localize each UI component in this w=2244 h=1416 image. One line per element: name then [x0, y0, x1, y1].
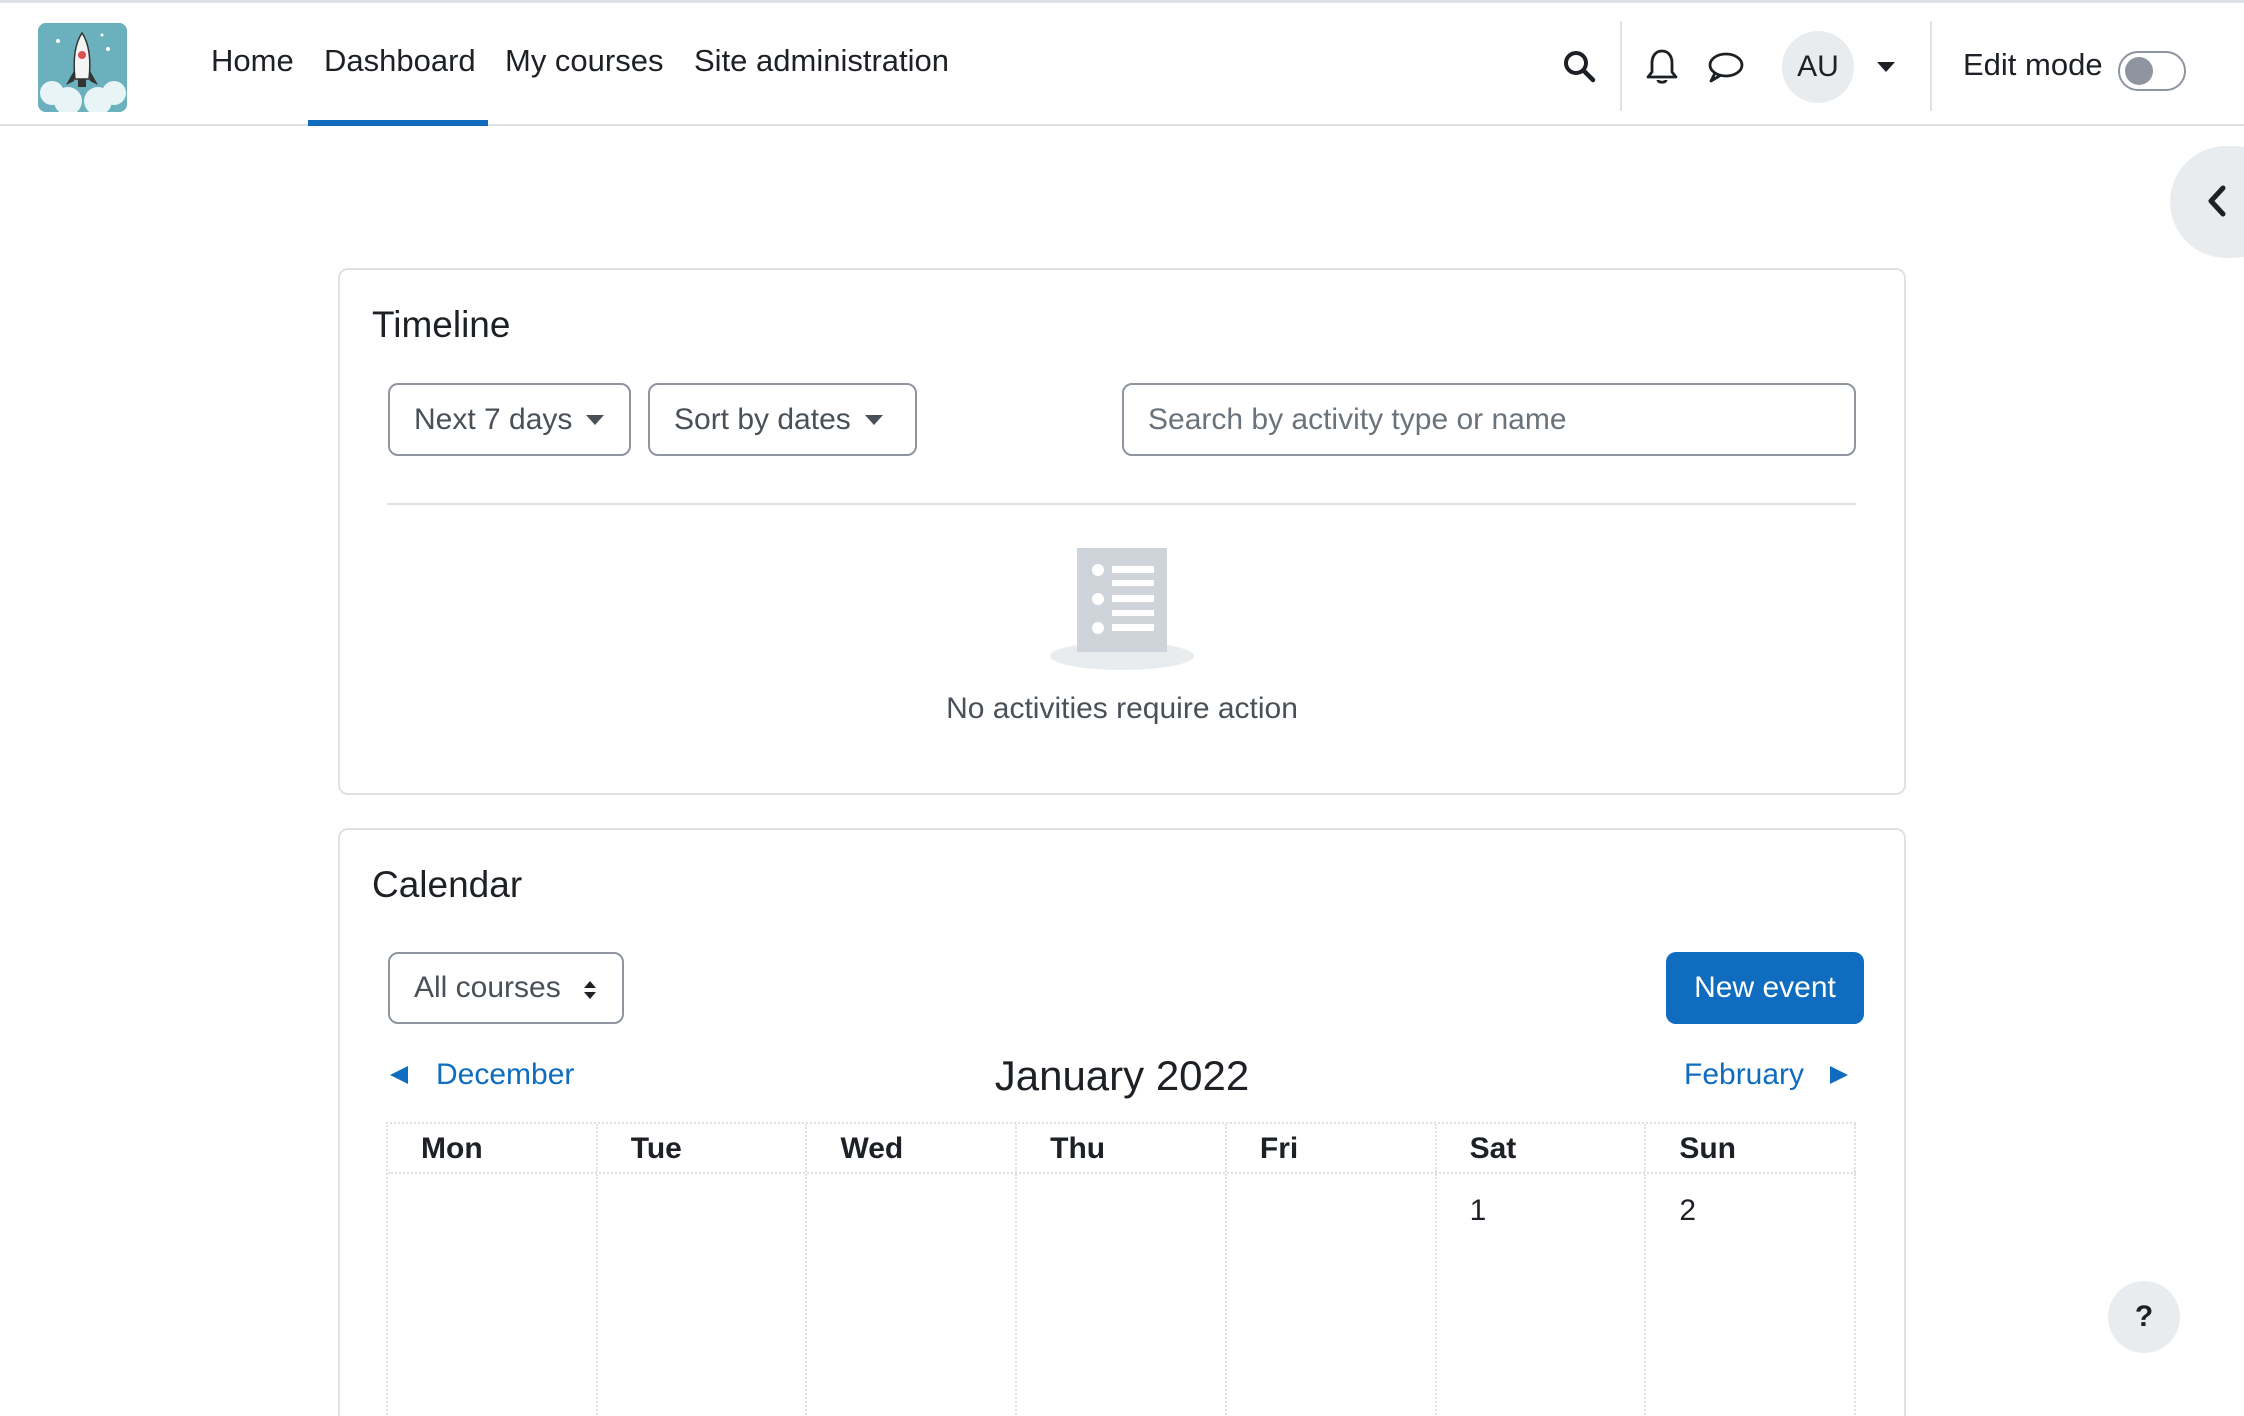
weekday-header: Thu	[1017, 1124, 1227, 1172]
timeline-divider	[387, 503, 1856, 505]
weekday-header-row: Mon Tue Wed Thu Fri Sat Sun	[388, 1124, 1857, 1174]
caret-down-icon	[586, 414, 605, 425]
chevron-left-icon	[2208, 185, 2226, 217]
timeline-title: Timeline	[372, 304, 511, 345]
calendar-day-cell[interactable]: 1	[1437, 1174, 1647, 1416]
calendar-grid: Mon Tue Wed Thu Fri Sat Sun 1 2	[386, 1122, 1857, 1416]
chevron-down-icon[interactable]	[1877, 62, 1895, 72]
select-arrows-icon	[584, 981, 596, 999]
current-month-title: January 2022	[994, 1052, 1250, 1099]
top-navbar: Home Dashboard My courses Site administr…	[0, 0, 2244, 126]
weekday-header: Sun	[1646, 1124, 1857, 1172]
calendar-day-cell	[598, 1174, 808, 1416]
new-event-button[interactable]: New event	[1666, 952, 1864, 1024]
timeline-sort[interactable]: Sort by dates	[648, 383, 917, 456]
nav-link-my-courses[interactable]: My courses	[505, 43, 663, 79]
nav-link-site-administration[interactable]: Site administration	[694, 43, 949, 79]
chat-icon[interactable]	[1706, 49, 1746, 85]
help-button[interactable]: ?	[2108, 1281, 2180, 1353]
weekday-header: Wed	[807, 1124, 1018, 1172]
weekday-header: Mon	[388, 1124, 598, 1172]
toggle-knob	[2125, 57, 2153, 85]
timeline-day-filter[interactable]: Next 7 days	[388, 383, 631, 456]
sort-label: Sort by dates	[674, 402, 851, 436]
user-avatar[interactable]: AU	[1782, 31, 1854, 103]
edit-mode-toggle[interactable]	[2118, 51, 2186, 91]
weekday-header: Fri	[1227, 1124, 1437, 1172]
course-filter-select[interactable]: All courses	[388, 952, 624, 1024]
calendar-week-row: 1 2	[388, 1174, 1857, 1416]
search-icon[interactable]	[1560, 47, 1598, 85]
calendar-day-cell	[807, 1174, 1018, 1416]
calendar-day-cell	[1227, 1174, 1437, 1416]
weekday-header: Sat	[1437, 1124, 1647, 1172]
edit-mode-label: Edit mode	[1963, 47, 2103, 82]
site-logo[interactable]	[38, 23, 127, 112]
calendar-title: Calendar	[372, 864, 523, 905]
bell-icon[interactable]	[1644, 47, 1680, 87]
calendar-day-cell	[1017, 1174, 1227, 1416]
timeline-search-input[interactable]	[1122, 383, 1856, 456]
next-month-link[interactable]: February	[1684, 1058, 1849, 1092]
next-month-label: February	[1684, 1058, 1805, 1091]
course-filter-value: All courses	[414, 971, 561, 1004]
nav-link-home[interactable]: Home	[211, 43, 294, 79]
empty-timeline-message: No activities require action	[946, 692, 1298, 725]
arrow-right-icon	[1830, 1066, 1849, 1084]
empty-list-icon	[1050, 546, 1194, 675]
nav-link-dashboard[interactable]: Dashboard	[324, 43, 476, 79]
calendar-day-cell	[388, 1174, 598, 1416]
navbar-divider	[1620, 21, 1622, 111]
calendar-day-cell[interactable]: 2	[1646, 1174, 1857, 1416]
active-tab-indicator	[308, 120, 488, 126]
open-drawer-button[interactable]	[2170, 146, 2244, 258]
weekday-header: Tue	[598, 1124, 808, 1172]
caret-down-icon	[864, 414, 883, 425]
day-filter-label: Next 7 days	[414, 402, 573, 436]
navbar-divider	[1930, 21, 1932, 111]
